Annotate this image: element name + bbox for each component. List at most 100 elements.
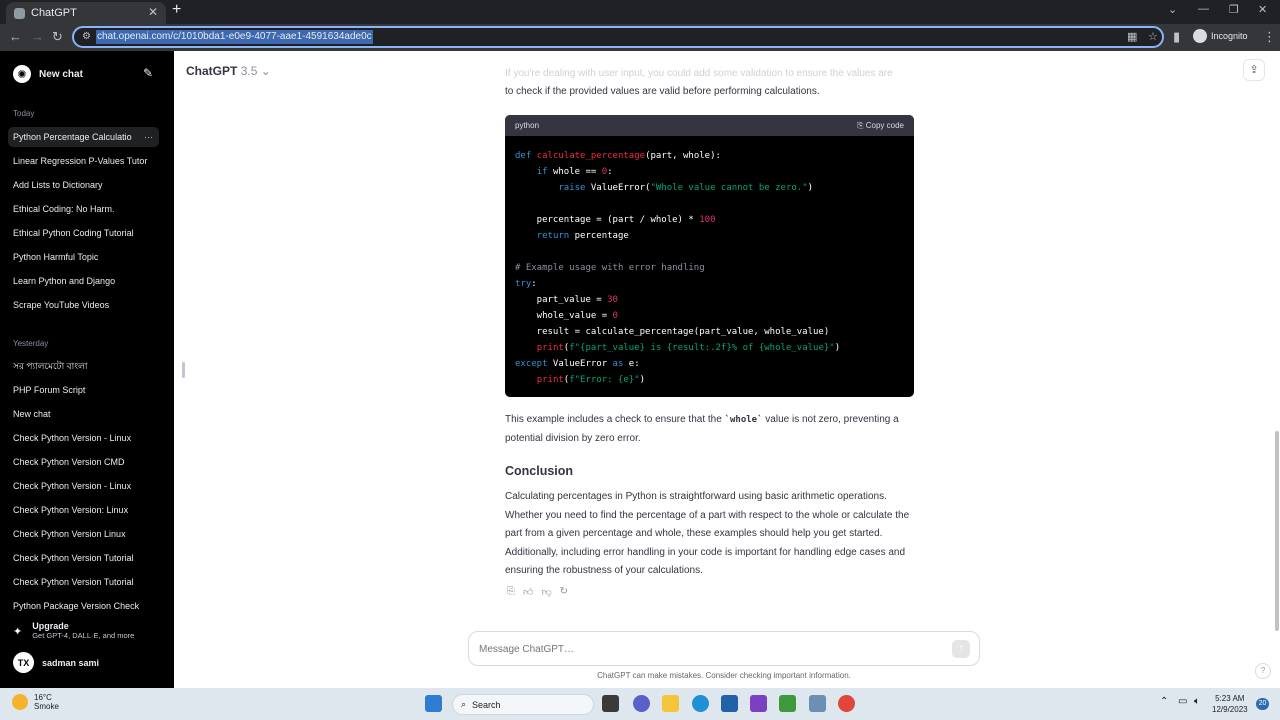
message-actions: ⎘ 👍︎ 👎︎ ↻ <box>507 586 568 598</box>
tab-search-icon[interactable]: ⌄ <box>1168 3 1177 16</box>
regenerate-icon[interactable]: ↻ <box>560 586 568 598</box>
compose-icon[interactable]: ✎ <box>143 66 153 80</box>
sidebar-chat-item[interactable]: Check Python Version - Linux <box>8 428 159 448</box>
copy-icon[interactable]: ⎘ <box>507 586 515 598</box>
send-arrow-icon: ↑ <box>958 643 964 654</box>
sidebar-chat-item[interactable]: Add Lists to Dictionary <box>8 175 159 195</box>
side-panel-icon[interactable]: ▮ <box>1173 29 1180 45</box>
file-explorer-icon[interactable] <box>662 695 679 712</box>
send-button[interactable]: ↑ <box>952 640 970 658</box>
task-view-icon[interactable] <box>602 695 619 712</box>
network-icon[interactable]: ▭ <box>1178 696 1187 707</box>
question-icon: ? <box>1260 666 1266 675</box>
conclusion-paragraph: Calculating percentages in Python is str… <box>505 491 910 576</box>
app-icon[interactable] <box>779 695 796 712</box>
bookmark-star-icon[interactable]: ☆ <box>1148 30 1158 43</box>
sidebar-chat-item[interactable]: Python Harmful Topic <box>8 247 159 267</box>
sidebar-chat-item[interactable]: Python Percentage Calculatio ··· <box>8 127 159 147</box>
incognito-label: Incognito <box>1211 31 1248 41</box>
code-block-header: python ⎘ Copy code <box>505 115 914 136</box>
minimize-icon[interactable]: — <box>1198 3 1209 15</box>
sidebar-chat-item[interactable]: Check Python Version Linux <box>8 524 159 544</box>
reload-icon[interactable]: ↻ <box>52 29 63 45</box>
sidebar-chat-item[interactable]: Linear Regression P-Values Tutor <box>8 151 159 171</box>
disclaimer: ChatGPT can make mistakes. Consider chec… <box>597 671 851 680</box>
copy-code-button[interactable]: ⎘ Copy code <box>857 121 904 131</box>
forward-icon[interactable]: → <box>31 29 44 44</box>
app-icon[interactable] <box>809 695 826 712</box>
sparkle-icon: ✦ <box>13 626 23 638</box>
thumbs-down-icon[interactable]: 👎︎ <box>541 586 551 598</box>
new-chat-button[interactable]: ✺ New chat <box>13 65 83 83</box>
sidebar-chat-item[interactable]: Learn Python and Django <box>8 271 159 291</box>
sidebar-chat-item[interactable]: Check Python Version: Linux <box>8 500 159 520</box>
avatar: TX <box>13 652 34 673</box>
url-text[interactable]: chat.openai.com/c/1010bda1-e0e9-4077-aae… <box>96 30 373 44</box>
edge-icon[interactable] <box>692 695 709 712</box>
model-version: 3.5 <box>240 64 258 78</box>
close-window-icon[interactable]: ✕ <box>1258 3 1267 16</box>
close-tab-icon[interactable]: ✕ <box>148 5 158 19</box>
group-label-yesterday: Yesterday <box>13 339 49 348</box>
search-icon: ⌕ <box>461 699 467 709</box>
message-input[interactable] <box>479 641 919 657</box>
sidebar-chat-item[interactable]: Check Python Version Tutorial <box>8 572 159 592</box>
chevron-down-icon: ⌄ <box>260 64 271 78</box>
incognito-indicator[interactable]: Incognito <box>1193 29 1248 43</box>
store-icon[interactable] <box>721 695 738 712</box>
qr-code-icon[interactable]: ▦ <box>1127 30 1137 43</box>
share-button[interactable]: ⇪ <box>1243 59 1265 81</box>
search-label: Search <box>472 699 501 710</box>
start-icon[interactable] <box>425 695 442 712</box>
browser-toolbar: ← → ↻ ⚙ chat.openai.com/c/1010bda1-e0e9-… <box>0 24 1280 51</box>
chat-app-icon[interactable] <box>633 695 650 712</box>
model-name: ChatGPT <box>186 64 238 78</box>
back-icon[interactable]: ← <box>9 29 22 44</box>
openai-logo-icon: ✺ <box>13 65 31 83</box>
sidebar-chat-item[interactable]: Check Python Version Tutorial <box>8 548 159 568</box>
sidebar: ✺ New chat ✎ Today Python Percentage Cal… <box>0 51 174 688</box>
model-selector[interactable]: ChatGPT 3.5 ⌄ <box>186 64 271 78</box>
upgrade-title: Upgrade <box>32 621 69 631</box>
taskbar-search[interactable]: ⌕ Search <box>452 694 594 715</box>
sidebar-chat-item[interactable]: সর প্যালমেটো বাংলা <box>8 356 159 376</box>
help-button[interactable]: ? <box>1255 663 1271 679</box>
chat-options-icon[interactable]: ··· <box>144 127 153 147</box>
sidebar-chat-item[interactable]: Check Python Version - Linux <box>8 476 159 496</box>
after-code-paragraph: This example includes a check to ensure … <box>505 414 899 444</box>
intro-paragraph: to check if the provided values are vali… <box>505 86 820 97</box>
new-chat-label: New chat <box>39 68 83 80</box>
sidebar-collapse-handle[interactable] <box>182 362 185 378</box>
sidebar-chat-item[interactable]: Ethical Coding: No Harm. <box>8 199 159 219</box>
clock[interactable]: 5:23 AM 12/9/2023 <box>1212 693 1248 715</box>
inline-code: `whole` <box>724 415 763 425</box>
browser-menu-icon[interactable]: ⋮ <box>1263 29 1276 45</box>
new-tab-icon[interactable]: + <box>172 1 181 19</box>
sidebar-chat-item[interactable]: New chat <box>8 404 159 424</box>
sidebar-chat-item[interactable]: Ethical Python Coding Tutorial <box>8 223 159 243</box>
tab-title: ChatGPT <box>31 7 77 19</box>
incognito-icon <box>1193 29 1207 43</box>
sidebar-chat-item[interactable]: Check Python Version CMD <box>8 452 159 472</box>
sidebar-chat-item[interactable]: Python Package Version Check <box>8 596 159 616</box>
thumbs-up-icon[interactable]: 👍︎ <box>523 586 533 598</box>
app-icon[interactable] <box>750 695 767 712</box>
os-taskbar: 16°C Smoke ⌕ Search ⌃ ▭ 🔈︎ 5:23 AM 12/9/… <box>0 688 1280 720</box>
upgrade-button[interactable]: ✦ Upgrade Get GPT-4, DALL·E, and more <box>13 621 134 640</box>
scrollbar[interactable] <box>1275 431 1279 631</box>
chrome-icon[interactable] <box>838 695 855 712</box>
notification-badge[interactable]: 20 <box>1256 698 1269 710</box>
volume-icon[interactable]: 🔈︎ <box>1194 696 1200 707</box>
maximize-icon[interactable]: ❐ <box>1229 3 1239 16</box>
browser-tab[interactable]: ChatGPT ✕ <box>6 2 166 24</box>
time: 5:23 AM <box>1215 694 1245 703</box>
weather-icon <box>12 694 28 710</box>
address-bar[interactable]: ⚙ chat.openai.com/c/1010bda1-e0e9-4077-a… <box>72 26 1164 48</box>
user-menu[interactable]: TX sadman sami <box>13 652 99 673</box>
sidebar-chat-item[interactable]: Scrape YouTube Videos <box>8 295 159 315</box>
sidebar-chat-item[interactable]: PHP Forum Script <box>8 380 159 400</box>
temperature: 16°C <box>34 693 52 702</box>
site-info-icon[interactable]: ⚙ <box>82 31 92 42</box>
weather-widget[interactable]: 16°C Smoke <box>12 693 59 711</box>
tray-overflow-icon[interactable]: ⌃ <box>1160 696 1168 707</box>
